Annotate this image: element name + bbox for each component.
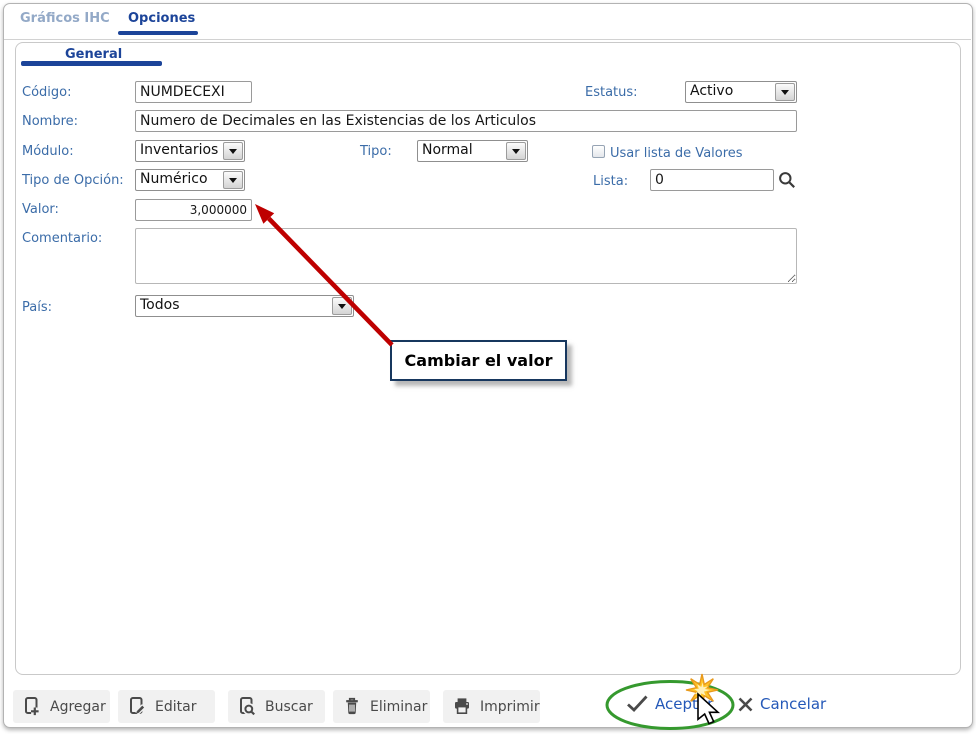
pais-label: País:: [22, 300, 52, 315]
valor-input[interactable]: [135, 199, 252, 221]
usar-lista-checkbox[interactable]: [592, 145, 605, 158]
tipo-opcion-dropdown[interactable]: Numérico: [135, 169, 245, 191]
pais-dropdown-button[interactable]: [332, 297, 352, 315]
chevron-down-icon: [338, 303, 346, 309]
annotation-callout: Cambiar el valor: [390, 340, 567, 381]
chevron-down-icon: [229, 177, 237, 183]
printer-icon: [452, 696, 472, 717]
chevron-down-icon: [781, 89, 789, 95]
cancelar-label: Cancelar: [760, 695, 827, 713]
lista-label: Lista:: [593, 174, 629, 189]
close-icon: [737, 696, 754, 713]
tabbar-separator: [4, 39, 971, 40]
editar-label: Editar: [155, 698, 197, 715]
modulo-value: Inventarios: [140, 142, 219, 158]
buscar-button[interactable]: Buscar: [228, 690, 325, 723]
tipo-opcion-label: Tipo de Opción:: [22, 173, 124, 188]
estatus-dropdown[interactable]: Activo: [685, 81, 797, 103]
tipo-dropdown-button[interactable]: [506, 142, 526, 160]
edit-document-icon: [127, 696, 147, 717]
buscar-label: Buscar: [265, 698, 313, 715]
estatus-label: Estatus:: [585, 85, 638, 100]
tab-general-underline: [21, 61, 162, 66]
tipo-opcion-value: Numérico: [140, 171, 208, 187]
imprimir-button[interactable]: Imprimir: [443, 690, 540, 723]
imprimir-label: Imprimir: [480, 698, 540, 715]
tab-opciones[interactable]: Opciones: [128, 11, 195, 26]
cancelar-button[interactable]: Cancelar: [737, 695, 826, 713]
comentario-textarea[interactable]: [135, 228, 797, 284]
nombre-label: Nombre:: [22, 114, 79, 129]
aceptar-label: Aceptar: [655, 694, 714, 713]
chevron-down-icon: [229, 148, 237, 154]
annotation-callout-text: Cambiar el valor: [404, 351, 553, 370]
pais-value: Todos: [140, 297, 180, 313]
add-document-icon: [22, 696, 42, 717]
tipo-label: Tipo:: [360, 144, 392, 159]
check-icon: [626, 694, 649, 713]
search-document-icon: [237, 696, 257, 717]
trash-icon: [342, 696, 362, 717]
estatus-value: Activo: [690, 83, 734, 99]
tipo-value: Normal: [422, 142, 473, 158]
tab-general[interactable]: General: [65, 47, 122, 62]
eliminar-button[interactable]: Eliminar: [333, 690, 430, 723]
tab-graficos-ihc[interactable]: Gráficos IHC: [20, 11, 110, 26]
modulo-dropdown-button[interactable]: [223, 142, 243, 160]
aceptar-button[interactable]: Aceptar: [626, 694, 713, 713]
codigo-input[interactable]: [135, 81, 252, 103]
comentario-label: Comentario:: [22, 231, 103, 246]
search-icon[interactable]: [777, 170, 797, 194]
modulo-label: Módulo:: [22, 144, 74, 159]
codigo-label: Código:: [22, 85, 72, 100]
tipo-opcion-dropdown-button[interactable]: [223, 171, 243, 189]
editar-button[interactable]: Editar: [118, 690, 215, 723]
options-window: Gráficos IHC Opciones General Código: Es…: [0, 0, 976, 734]
estatus-dropdown-button[interactable]: [775, 83, 795, 101]
nombre-input[interactable]: [135, 110, 797, 132]
lista-input[interactable]: [650, 169, 774, 191]
usar-lista-label: Usar lista de Valores: [610, 146, 743, 161]
valor-label: Valor:: [22, 202, 59, 217]
modulo-dropdown[interactable]: Inventarios: [135, 140, 245, 162]
chevron-down-icon: [512, 148, 520, 154]
agregar-button[interactable]: Agregar: [13, 690, 110, 723]
pais-dropdown[interactable]: Todos: [135, 295, 354, 317]
tipo-dropdown[interactable]: Normal: [417, 140, 528, 162]
eliminar-label: Eliminar: [370, 698, 428, 715]
agregar-label: Agregar: [50, 698, 106, 715]
tab-opciones-underline: [118, 31, 198, 35]
